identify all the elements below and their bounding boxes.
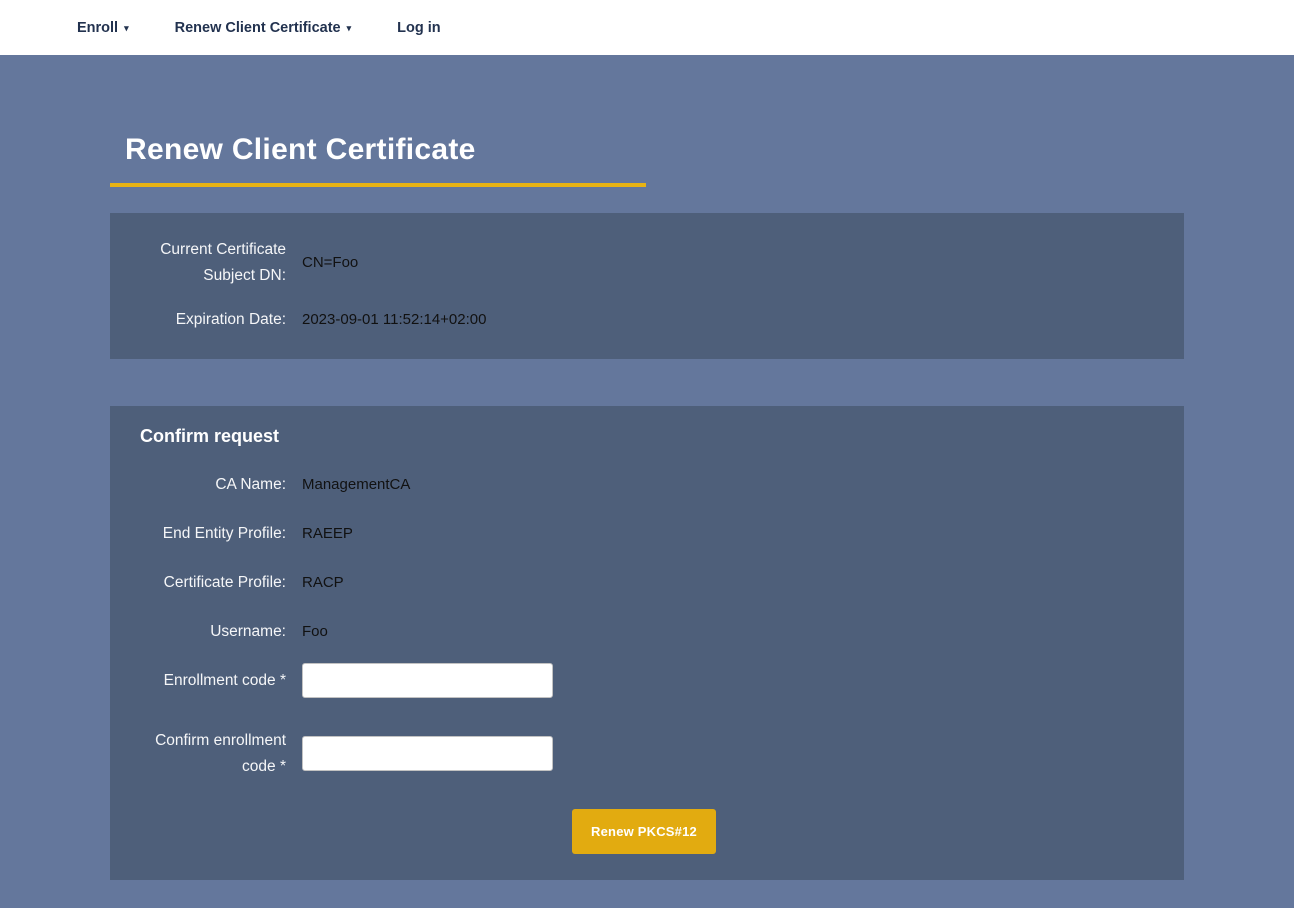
certificate-profile-row: Certificate Profile: RACP (134, 565, 1154, 600)
current-certificate-panel: Current Certificate Subject DN: CN=Foo E… (110, 213, 1184, 359)
end-entity-profile-value: RAEEP (302, 525, 1154, 542)
expiration-date-row: Expiration Date: 2023-09-01 11:52:14+02:… (134, 302, 1154, 337)
nav-enroll[interactable]: Enroll ▾ (77, 20, 129, 36)
subject-dn-row: Current Certificate Subject DN: CN=Foo (134, 237, 1154, 288)
confirm-request-heading: Confirm request (134, 426, 1154, 447)
username-row: Username: Foo (134, 614, 1154, 649)
ca-name-label: CA Name: (134, 472, 286, 498)
page-title: Renew Client Certificate (110, 133, 1184, 167)
confirm-request-panel: Confirm request CA Name: ManagementCA En… (110, 406, 1184, 880)
button-row: Renew PKCS#12 (134, 809, 1154, 854)
nav-enroll-label: Enroll (77, 20, 118, 36)
subject-dn-label: Current Certificate Subject DN: (134, 237, 286, 288)
title-underline (110, 183, 646, 187)
username-value: Foo (302, 623, 1154, 640)
renew-pkcs12-button[interactable]: Renew PKCS#12 (572, 809, 716, 854)
chevron-down-icon: ▾ (124, 22, 129, 33)
subject-dn-value: CN=Foo (302, 254, 1154, 271)
enrollment-code-row: Enrollment code * (134, 663, 1154, 698)
confirm-enrollment-code-label: Confirm enrollment code * (134, 728, 286, 779)
username-label: Username: (134, 619, 286, 645)
certificate-profile-value: RACP (302, 574, 1154, 591)
confirm-enrollment-code-input[interactable] (302, 736, 553, 771)
certificate-profile-label: Certificate Profile: (134, 570, 286, 596)
enrollment-code-label: Enrollment code * (134, 668, 286, 694)
nav-login-label: Log in (397, 20, 441, 36)
nav-renew-label: Renew Client Certificate (175, 20, 341, 36)
main-content: Renew Client Certificate Current Certifi… (0, 133, 1294, 880)
expiration-date-label: Expiration Date: (134, 307, 286, 333)
ca-name-row: CA Name: ManagementCA (134, 467, 1154, 502)
end-entity-profile-row: End Entity Profile: RAEEP (134, 516, 1154, 551)
confirm-enrollment-code-row: Confirm enrollment code * (134, 728, 1154, 779)
end-entity-profile-label: End Entity Profile: (134, 521, 286, 547)
top-navigation-bar: Enroll ▾ Renew Client Certificate ▾ Log … (0, 0, 1294, 55)
ca-name-value: ManagementCA (302, 476, 1154, 493)
nav-log-in[interactable]: Log in (397, 20, 441, 36)
nav-renew-client-certificate[interactable]: Renew Client Certificate ▾ (175, 20, 352, 36)
chevron-down-icon: ▾ (347, 22, 352, 33)
expiration-date-value: 2023-09-01 11:52:14+02:00 (302, 311, 1154, 328)
enrollment-code-input[interactable] (302, 663, 553, 698)
